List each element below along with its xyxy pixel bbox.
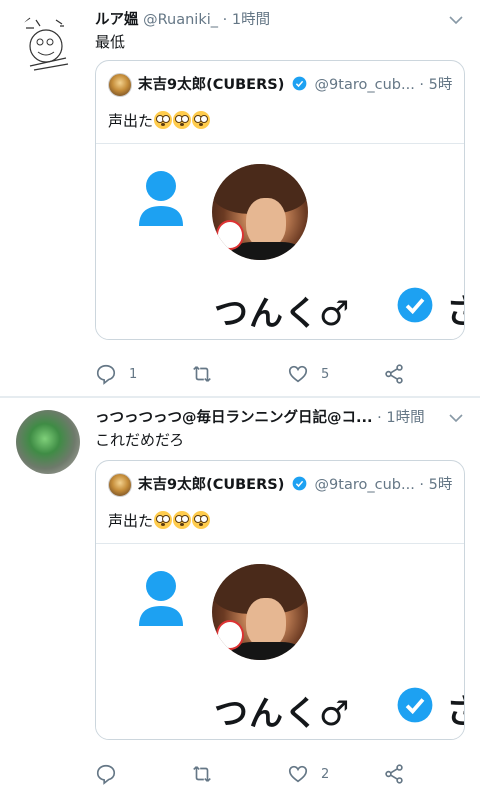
sketch-avatar-icon	[23, 17, 69, 71]
chevron-down-icon[interactable]	[448, 412, 464, 424]
like-count: 2	[321, 766, 330, 782]
quoted-header: 末吉9太郎(CUBERS) @9taro_cub... · 5時間	[138, 475, 452, 495]
like-button[interactable]: 5	[287, 362, 329, 386]
tweet[interactable]: っつっつっつ@毎日ランニング日記@コ... · 1時間 これだめだろ 末吉9太郎…	[0, 398, 480, 791]
verified-icon	[292, 476, 307, 491]
tweet-actions: 1 5	[95, 362, 425, 386]
quoted-author-name: 末吉9太郎(CUBERS)	[138, 77, 285, 93]
separator: ·	[222, 12, 228, 28]
tweet[interactable]: ルア媼 @Ruaniki_ · 1時間 最低 末吉9太郎(CUBERS) @9t…	[0, 0, 480, 396]
verified-icon	[397, 287, 433, 323]
card-name: つんく♂	[214, 694, 351, 734]
share-icon	[385, 364, 403, 384]
quoted-tweet[interactable]: 末吉9太郎(CUBERS) @9taro_cub... · 5時間 声出た	[95, 60, 465, 340]
profile-photo	[212, 164, 308, 260]
card-text-cut: さ	[446, 684, 464, 733]
quoted-timestamp: 5時間	[428, 477, 452, 493]
person-icon	[139, 171, 183, 226]
chevron-down-icon[interactable]	[448, 14, 464, 26]
card-text-cut: さ	[446, 284, 464, 333]
quoted-author-handle: @9taro_cub...	[314, 477, 415, 493]
share-icon	[385, 764, 403, 784]
media-card[interactable]: つんく♂ さ	[96, 143, 464, 339]
profile-photo	[212, 564, 308, 660]
retweet-icon	[193, 766, 211, 782]
reply-icon	[96, 764, 116, 785]
reply-count: 1	[129, 366, 138, 382]
tweet-actions: 2	[95, 762, 425, 786]
card-name: つんく♂	[214, 294, 351, 334]
tweet-text: これだめだろ	[95, 431, 185, 449]
avatar[interactable]	[16, 410, 80, 474]
timestamp[interactable]: 1時間	[386, 410, 424, 426]
like-count: 5	[321, 366, 330, 382]
like-button[interactable]: 2	[287, 762, 329, 786]
quoted-text: 声出た	[108, 511, 211, 531]
like-icon	[288, 765, 308, 783]
quoted-header: 末吉9太郎(CUBERS) @9taro_cub... · 5時間	[138, 75, 452, 95]
flushed-face-emoji	[173, 111, 192, 129]
like-icon	[288, 365, 308, 383]
share-button[interactable]	[383, 762, 405, 786]
tweet-text: 最低	[95, 33, 126, 51]
timestamp[interactable]: 1時間	[232, 12, 270, 28]
media-card[interactable]: つんく♂ さ	[96, 543, 464, 739]
tweet-header: っつっつっつ@毎日ランニング日記@コ... · 1時間	[95, 408, 440, 428]
reply-button[interactable]	[95, 762, 129, 786]
share-button[interactable]	[383, 362, 405, 386]
author-handle[interactable]: @Ruaniki_	[143, 12, 218, 28]
quoted-tweet[interactable]: 末吉9太郎(CUBERS) @9taro_cub... · 5時間 声出た	[95, 460, 465, 740]
author-name[interactable]: っつっつっつ@毎日ランニング日記@コ...	[95, 410, 373, 426]
verified-icon	[292, 76, 307, 91]
tweet-header: ルア媼 @Ruaniki_ · 1時間	[95, 10, 440, 30]
retweet-icon	[193, 366, 211, 382]
retweet-button[interactable]	[191, 762, 225, 786]
reply-icon	[96, 364, 116, 385]
flushed-face-emoji	[154, 111, 173, 129]
quoted-text-label: 声出た	[108, 112, 154, 130]
quoted-timestamp: 5時間	[428, 77, 452, 93]
person-icon	[139, 571, 183, 626]
author-name[interactable]: ルア媼	[95, 12, 139, 28]
retweet-button[interactable]	[191, 362, 225, 386]
quoted-avatar[interactable]	[108, 73, 132, 97]
flushed-face-emoji	[173, 511, 192, 529]
separator: ·	[419, 77, 425, 93]
flushed-face-emoji	[154, 511, 173, 529]
separator: ·	[419, 477, 425, 493]
quoted-author-name: 末吉9太郎(CUBERS)	[138, 477, 285, 493]
avatar[interactable]	[16, 12, 80, 76]
separator: ·	[377, 410, 382, 426]
quoted-text: 声出た	[108, 111, 211, 131]
flushed-face-emoji	[192, 111, 211, 129]
verified-icon	[397, 687, 433, 723]
quoted-text-label: 声出た	[108, 512, 154, 530]
flushed-face-emoji	[192, 511, 211, 529]
quoted-avatar[interactable]	[108, 473, 132, 497]
quoted-author-handle: @9taro_cub...	[314, 77, 415, 93]
reply-button[interactable]: 1	[95, 362, 137, 386]
